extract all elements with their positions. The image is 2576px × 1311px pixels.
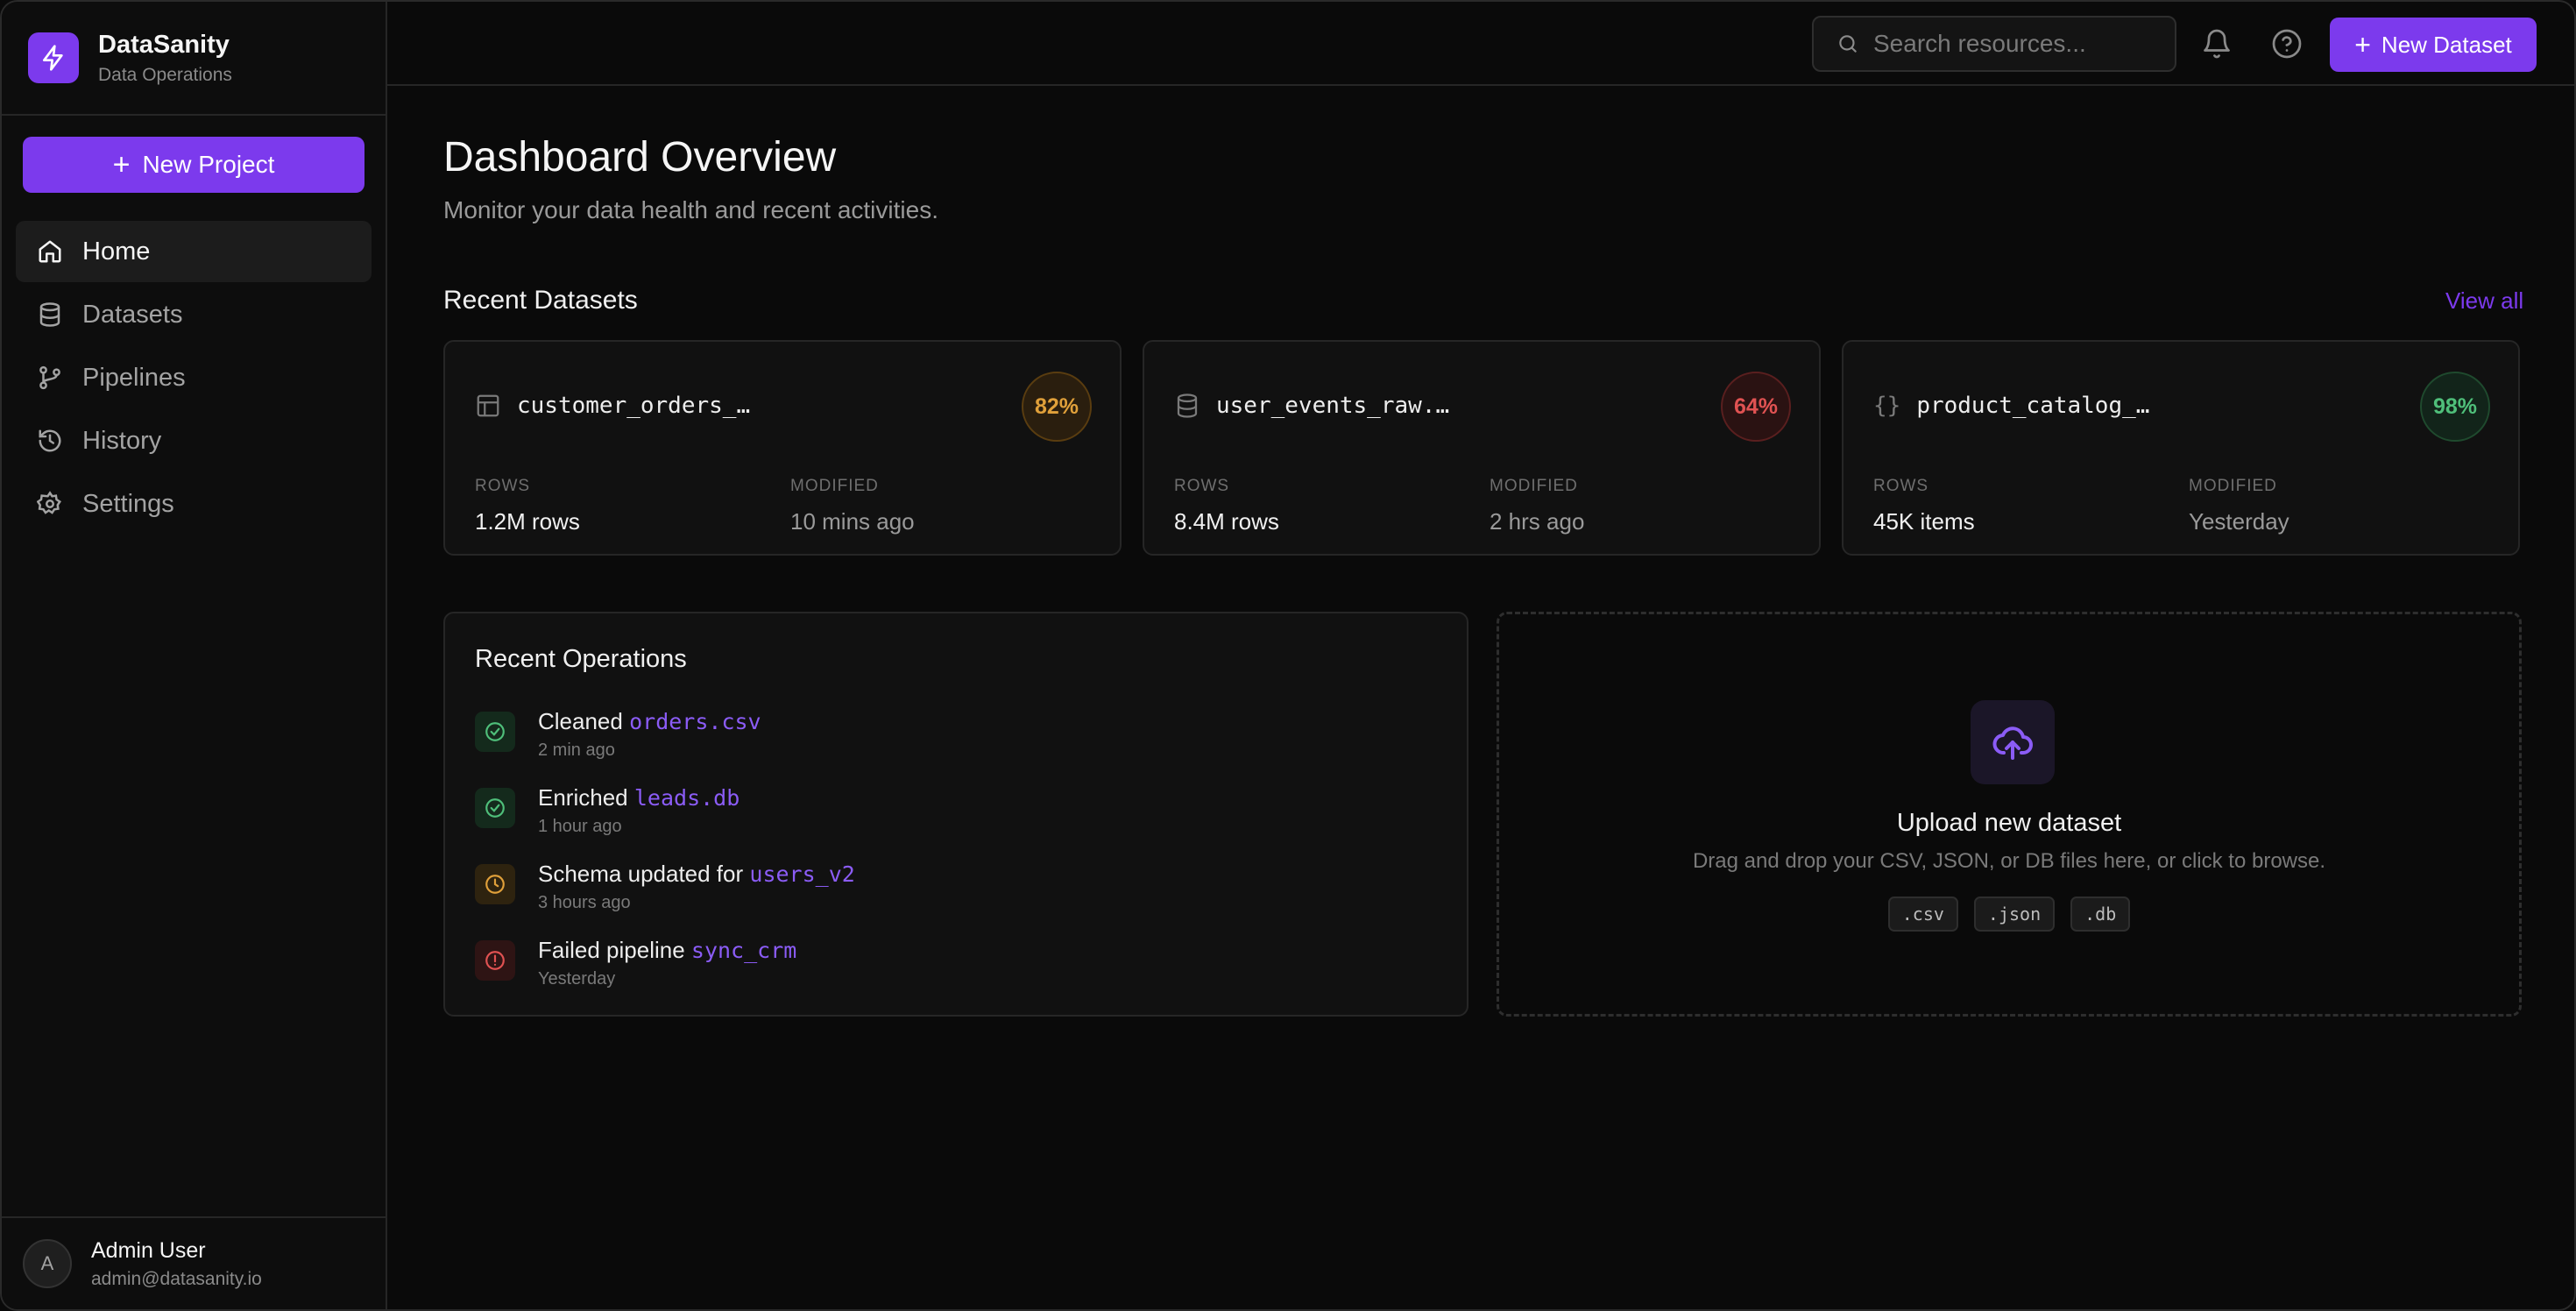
rows-label: ROWS xyxy=(1873,477,1929,495)
lightning-icon xyxy=(28,32,79,83)
modified-label: MODIFIED xyxy=(790,477,879,495)
dataset-card[interactable]: {} product_catalog_… 98% ROWS 45K items … xyxy=(1842,340,2520,556)
bell-icon[interactable] xyxy=(2201,28,2233,60)
cloud-upload-icon xyxy=(1971,700,2055,784)
git-branch-icon xyxy=(39,365,60,390)
operation-time: 1 hour ago xyxy=(538,817,622,836)
recent-operations-title: Recent Operations xyxy=(475,645,687,673)
rows-label: ROWS xyxy=(1174,477,1230,495)
operation-item[interactable]: Schema updated for users_v2 3 hours ago xyxy=(475,861,855,913)
sidebar-nav: Home Datasets Pipelines History Settings xyxy=(16,221,372,536)
operation-time: 3 hours ago xyxy=(538,893,631,912)
dataset-name: product_catalog_… xyxy=(1916,393,2150,419)
app-window: DataSanity Data Operations + New Project… xyxy=(0,0,2576,1311)
operation-file-link[interactable]: orders.csv xyxy=(629,709,761,734)
user-name: Admin User xyxy=(91,1237,206,1263)
search-input[interactable] xyxy=(1873,30,2154,58)
operation-item[interactable]: Enriched leads.db 1 hour ago xyxy=(475,784,740,837)
avatar: A xyxy=(23,1239,72,1288)
sidebar-item-settings[interactable]: Settings xyxy=(16,473,372,535)
upload-dropzone[interactable]: Upload new dataset Drag and drop your CS… xyxy=(1497,612,2522,1017)
file-extension-tag: .csv xyxy=(1887,896,1958,932)
health-score-badge: 64% xyxy=(1721,372,1791,442)
health-score-badge: 82% xyxy=(1022,372,1092,442)
search-icon xyxy=(1839,35,1857,53)
dataset-card[interactable]: customer_orders_… 82% ROWS 1.2M rows MOD… xyxy=(443,340,1122,556)
sidebar-item-label: History xyxy=(82,426,162,455)
check-circle-icon xyxy=(475,788,515,828)
new-project-button[interactable]: + New Project xyxy=(23,137,364,193)
modified-value: 10 mins ago xyxy=(790,508,915,535)
braces-icon: {} xyxy=(1873,393,1901,419)
rows-value: 45K items xyxy=(1873,508,1975,535)
modified-value: Yesterday xyxy=(2189,508,2289,535)
operation-action: Failed pipeline xyxy=(538,937,685,963)
rows-value: 1.2M rows xyxy=(475,508,580,535)
alert-circle-icon xyxy=(475,940,515,981)
brand-name: DataSanity xyxy=(98,30,230,59)
sidebar-item-home[interactable]: Home xyxy=(16,221,372,282)
new-project-label: New Project xyxy=(142,151,275,178)
upload-description: Drag and drop your CSV, JSON, or DB file… xyxy=(1692,849,2326,873)
modified-label: MODIFIED xyxy=(1490,477,1578,495)
new-dataset-label: New Dataset xyxy=(2381,31,2512,58)
dataset-card[interactable]: user_events_raw.… 64% ROWS 8.4M rows MOD… xyxy=(1143,340,1821,556)
user-email: admin@datasanity.io xyxy=(91,1268,262,1289)
brand[interactable]: DataSanity Data Operations xyxy=(2,2,386,116)
table-icon xyxy=(477,394,499,417)
dataset-name: customer_orders_… xyxy=(517,393,751,419)
dataset-name: user_events_raw.… xyxy=(1216,393,1450,419)
plus-icon: + xyxy=(2354,28,2371,60)
top-bar: + New Dataset xyxy=(387,2,2574,86)
sidebar: DataSanity Data Operations + New Project… xyxy=(2,2,387,1309)
help-circle-icon[interactable] xyxy=(2271,28,2303,60)
home-icon xyxy=(39,240,61,263)
operation-file-link[interactable]: leads.db xyxy=(634,785,740,811)
recent-datasets-title: Recent Datasets xyxy=(443,286,638,315)
operation-action: Cleaned xyxy=(538,708,623,734)
operation-action: Enriched xyxy=(538,784,628,811)
sidebar-item-pipelines[interactable]: Pipelines xyxy=(16,347,372,408)
upload-title: Upload new dataset xyxy=(1896,809,2122,837)
operation-action: Schema updated for xyxy=(538,861,744,887)
operation-item[interactable]: Failed pipeline sync_crm Yesterday xyxy=(475,937,796,989)
view-all-link[interactable]: View all xyxy=(2445,287,2523,315)
new-dataset-button[interactable]: + New Dataset xyxy=(2330,18,2537,72)
modified-label: MODIFIED xyxy=(2189,477,2277,495)
operation-file-link[interactable]: users_v2 xyxy=(749,861,854,887)
file-extension-tag: .db xyxy=(2070,896,2131,932)
database-icon xyxy=(1177,393,1198,418)
file-extension-tag: .json xyxy=(1973,896,2056,932)
sidebar-item-label: Pipelines xyxy=(82,363,186,392)
operation-time: 2 min ago xyxy=(538,741,615,760)
check-circle-icon xyxy=(475,712,515,752)
page-title: Dashboard Overview xyxy=(443,134,837,181)
gear-icon xyxy=(37,491,61,514)
health-score-badge: 98% xyxy=(2420,372,2490,442)
modified-value: 2 hrs ago xyxy=(1490,508,1585,535)
rows-value: 8.4M rows xyxy=(1174,508,1279,535)
database-icon xyxy=(39,302,60,327)
file-extension-list: .csv .json .db xyxy=(1499,896,2519,932)
sidebar-item-datasets[interactable]: Datasets xyxy=(16,284,372,345)
sidebar-item-label: Settings xyxy=(82,489,174,518)
history-icon xyxy=(39,429,61,452)
page-subtitle: Monitor your data health and recent acti… xyxy=(443,196,938,223)
operation-file-link[interactable]: sync_crm xyxy=(691,938,796,963)
operation-item[interactable]: Cleaned orders.csv 2 min ago xyxy=(475,708,761,761)
brand-subtitle: Data Operations xyxy=(98,64,232,85)
clock-icon xyxy=(475,864,515,904)
operation-time: Yesterday xyxy=(538,969,616,989)
recent-operations-panel: Recent Operations Cleaned orders.csv 2 m… xyxy=(443,612,1468,1017)
sidebar-item-history[interactable]: History xyxy=(16,410,372,471)
sidebar-item-label: Datasets xyxy=(82,300,183,329)
plus-icon: + xyxy=(112,147,131,181)
rows-label: ROWS xyxy=(475,477,531,495)
search-box[interactable] xyxy=(1812,16,2176,72)
sidebar-item-label: Home xyxy=(82,237,151,266)
user-profile[interactable]: A Admin User admin@datasanity.io xyxy=(2,1216,386,1309)
